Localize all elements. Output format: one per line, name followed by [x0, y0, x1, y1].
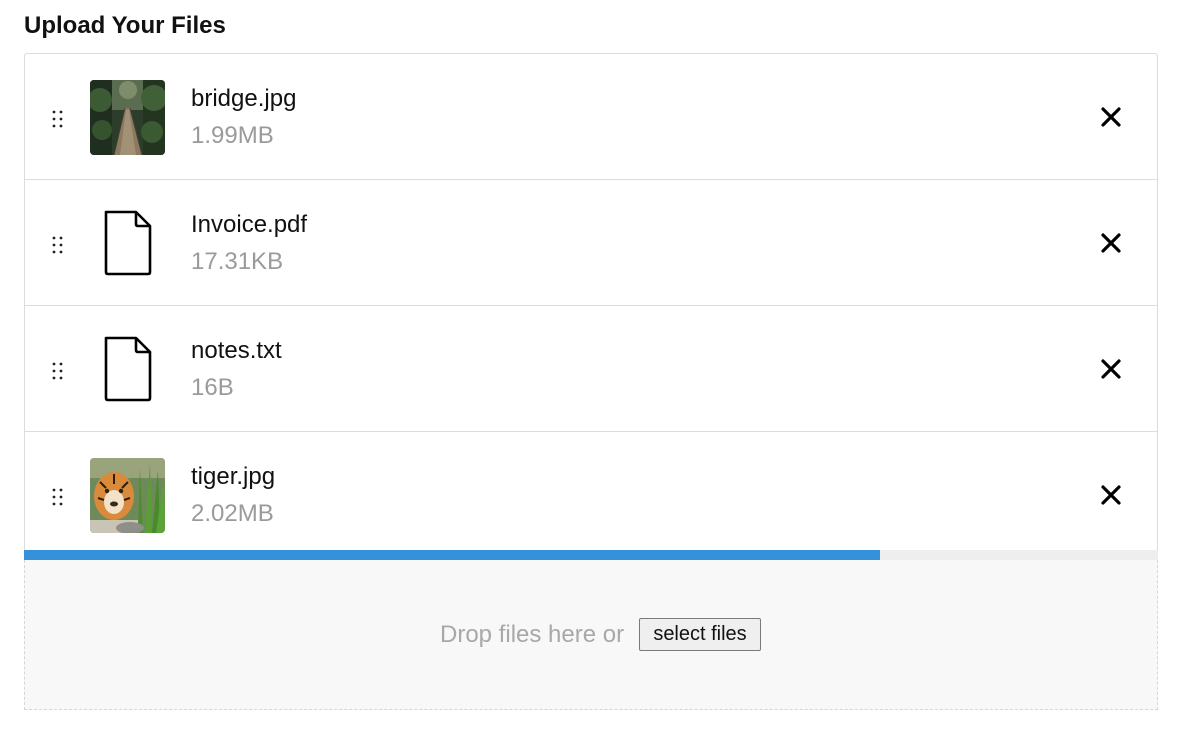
document-icon — [104, 210, 152, 276]
close-icon[interactable] — [1099, 483, 1123, 507]
file-uploader: bridge.jpg 1.99MB Invoice.pdf 17.31KB no… — [24, 53, 1158, 710]
file-item-invoice: Invoice.pdf 17.31KB — [25, 180, 1157, 306]
file-size: 16B — [191, 374, 234, 401]
drag-handle-icon[interactable] — [50, 235, 66, 255]
upload-progress-fill — [24, 550, 881, 560]
document-icon — [104, 336, 152, 402]
drag-handle-icon[interactable] — [50, 361, 66, 381]
dropzone-text: Drop files here or — [440, 621, 625, 648]
file-name: bridge.jpg — [191, 85, 297, 112]
file-item-tiger: tiger.jpg 2.02MB — [25, 432, 1157, 560]
drag-handle-icon[interactable] — [50, 109, 66, 129]
drag-handle-icon[interactable] — [50, 487, 66, 507]
bridge-photo-thumbnail — [90, 80, 165, 155]
tiger-photo-thumbnail — [90, 458, 165, 533]
file-size: 2.02MB — [191, 500, 274, 527]
file-name: tiger.jpg — [191, 463, 276, 490]
file-name: Invoice.pdf — [191, 211, 308, 238]
file-size: 17.31KB — [191, 248, 284, 275]
file-item-notes: notes.txt 16B — [25, 306, 1157, 432]
close-icon[interactable] — [1099, 357, 1123, 381]
file-name: notes.txt — [191, 337, 282, 364]
upload-progress-bar — [24, 550, 1158, 560]
select-files-button[interactable]: select files — [639, 618, 761, 651]
file-size: 1.99MB — [191, 122, 274, 149]
file-item-bridge: bridge.jpg 1.99MB — [25, 54, 1157, 180]
close-icon[interactable] — [1099, 105, 1123, 129]
page-title: Upload Your Files — [24, 12, 226, 39]
file-list: bridge.jpg 1.99MB Invoice.pdf 17.31KB no… — [24, 53, 1158, 560]
close-icon[interactable] — [1099, 231, 1123, 255]
dropzone[interactable]: Drop files here or select files — [24, 560, 1158, 710]
